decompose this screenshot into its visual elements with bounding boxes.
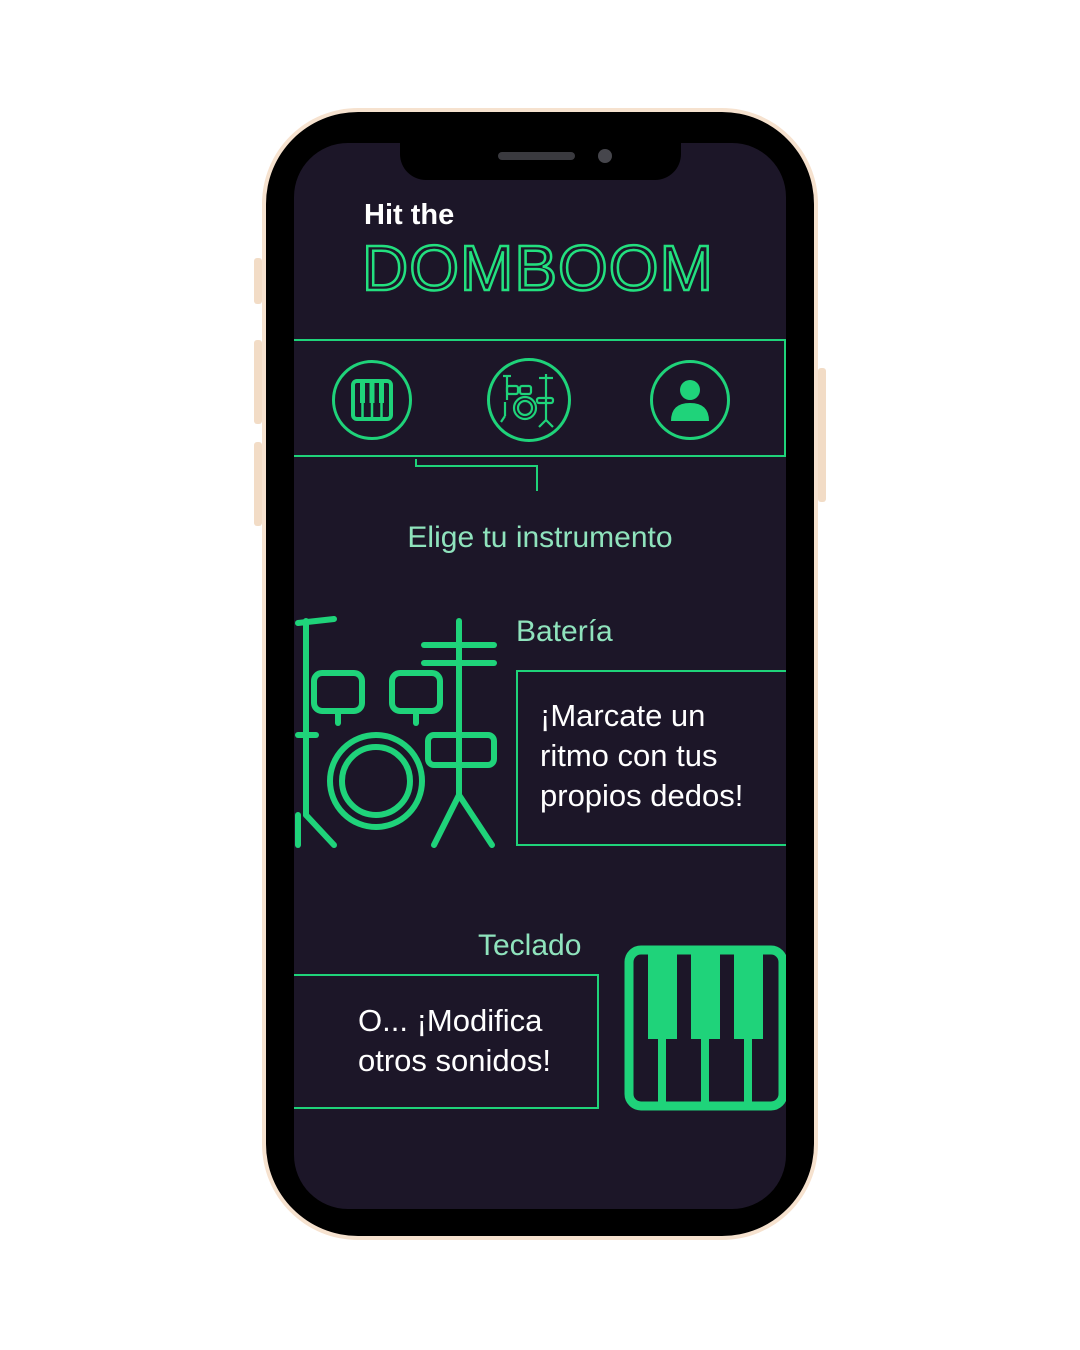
power-button [818, 368, 826, 502]
instrument-label-teclado: Teclado [478, 929, 582, 962]
nav-drums-button[interactable] [487, 358, 571, 442]
volume-up-button [254, 340, 262, 424]
app-title-logo: DOMBOOM [361, 231, 714, 306]
drum-kit-icon[interactable] [294, 615, 498, 851]
drum-kit-icon [500, 374, 555, 428]
page-heading: Elige tu instrumento [407, 521, 673, 554]
app-screen: Hit the DOMBOOM Elige tu instrumento Bat… [294, 143, 786, 1209]
instrument-label-bateria: Batería [516, 615, 613, 648]
piano-icon [351, 379, 393, 421]
nav-profile-button[interactable] [650, 360, 730, 440]
app-title-small: Hit the [364, 199, 455, 231]
speaker-grille [498, 152, 575, 160]
nav-piano-button[interactable] [332, 360, 412, 440]
instrument-description-bateria: ¡Marcate un ritmo con tus propios dedos! [540, 698, 744, 813]
instrument-description-teclado: O... ¡Modifica otros sonidos! [358, 1003, 551, 1078]
tab-indicator [415, 459, 538, 491]
keyboard-icon[interactable] [624, 945, 786, 1111]
user-icon [671, 380, 709, 421]
mute-switch [254, 258, 262, 304]
front-camera [598, 149, 612, 163]
volume-down-button [254, 442, 262, 526]
phone-notch [400, 140, 681, 180]
